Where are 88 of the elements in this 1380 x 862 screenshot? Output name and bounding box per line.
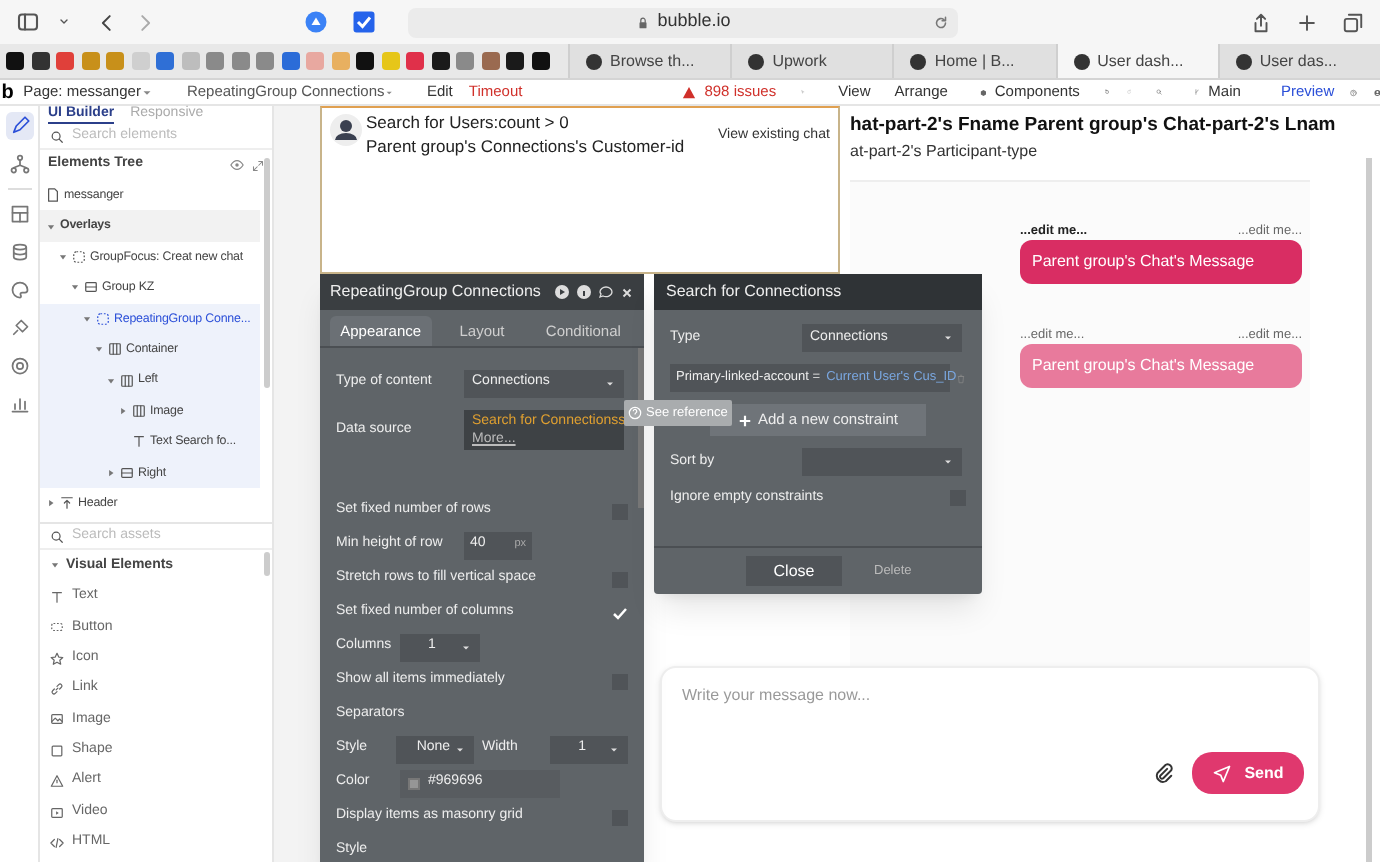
bookmark-icon[interactable] bbox=[531, 52, 549, 70]
address-bar[interactable]: bubble.io bbox=[408, 7, 958, 37]
logo[interactable]: b bbox=[0, 79, 16, 105]
text-icon bbox=[132, 434, 146, 449]
caret-right-icon[interactable] bbox=[106, 467, 116, 478]
plus-icon bbox=[737, 413, 752, 427]
dashed-square-icon bbox=[96, 311, 110, 326]
caret-icon bbox=[942, 456, 954, 468]
warning-icon bbox=[682, 85, 697, 99]
caret-down-icon[interactable] bbox=[106, 375, 116, 386]
columns-icon bbox=[132, 403, 146, 418]
checkbox-icon[interactable] bbox=[352, 10, 376, 34]
caret-icon bbox=[942, 332, 954, 344]
caret-icon bbox=[608, 743, 620, 755]
plus-icon[interactable] bbox=[1296, 11, 1318, 33]
check-icon bbox=[612, 605, 628, 621]
header-icon bbox=[60, 496, 74, 511]
condition-text: Search for Users:count > 0 bbox=[366, 110, 569, 136]
browser-tab[interactable]: Upwork bbox=[730, 44, 893, 78]
page-icon bbox=[46, 188, 60, 203]
search-icon[interactable] bbox=[1156, 84, 1163, 100]
button-icon bbox=[50, 620, 64, 635]
paperclip-icon[interactable] bbox=[1152, 762, 1174, 784]
subtitle-text: Parent group's Connections's Customer-id bbox=[366, 134, 685, 160]
chat-title: hat-part-2's Fname Parent group's Chat-part-2's Lnam bbox=[850, 112, 1336, 140]
tabs-icon[interactable] bbox=[1342, 11, 1364, 33]
caret-icon bbox=[604, 377, 616, 389]
caret-icon bbox=[454, 743, 466, 755]
browser-tab[interactable]: Home | B... bbox=[892, 44, 1056, 78]
bookmark-icon[interactable] bbox=[6, 52, 24, 70]
expand-icon[interactable] bbox=[252, 159, 264, 171]
caret-icon bbox=[140, 85, 155, 99]
bookmark-icon[interactable] bbox=[506, 52, 524, 70]
star-icon bbox=[50, 651, 64, 666]
message-input[interactable]: Write your message now... bbox=[682, 684, 1282, 708]
link-icon bbox=[50, 682, 64, 697]
caret-right-icon[interactable] bbox=[118, 405, 128, 416]
dashed-square-icon bbox=[72, 249, 86, 264]
image-icon bbox=[50, 712, 64, 727]
caret-down-icon[interactable] bbox=[46, 221, 56, 232]
play-icon[interactable] bbox=[554, 284, 570, 300]
reload-icon[interactable] bbox=[932, 13, 950, 31]
checkbox[interactable] bbox=[612, 605, 628, 621]
group-icon bbox=[84, 280, 98, 295]
chat-subtitle: at-part-2's Participant-type bbox=[850, 140, 1038, 164]
message-bubble: Parent group's Chat's Message bbox=[1020, 240, 1302, 284]
avatar-icon bbox=[330, 114, 362, 146]
code-icon bbox=[50, 836, 64, 850]
address-text: bubble.io bbox=[657, 8, 731, 35]
caret-down-icon[interactable] bbox=[50, 560, 60, 571]
message-bubble: Parent group's Chat's Message bbox=[1020, 344, 1302, 388]
workflow-icon[interactable] bbox=[5, 150, 33, 178]
columns-icon bbox=[108, 342, 122, 357]
caret-down-icon[interactable] bbox=[82, 313, 92, 324]
close-button[interactable]: Close bbox=[746, 556, 842, 586]
browser-tab[interactable]: User das... bbox=[1217, 44, 1380, 78]
caret-right-icon[interactable] bbox=[46, 498, 56, 509]
help-icon bbox=[628, 406, 642, 420]
caret-down-icon[interactable] bbox=[94, 344, 104, 355]
send-button[interactable]: Send bbox=[1192, 752, 1304, 794]
bookmark-icon[interactable] bbox=[31, 52, 49, 70]
info-icon[interactable] bbox=[576, 284, 592, 300]
caret-down-icon[interactable] bbox=[70, 282, 80, 293]
group-icon bbox=[120, 465, 134, 480]
browser-tab[interactable]: Browse th... bbox=[568, 44, 731, 78]
text-icon bbox=[50, 589, 64, 604]
panel-title: Search for Connectionss bbox=[666, 280, 842, 304]
browser-tab[interactable]: User dash... bbox=[1055, 44, 1218, 78]
bookmark-icon[interactable] bbox=[431, 52, 449, 70]
sidebar-icon[interactable] bbox=[16, 10, 40, 34]
square-icon bbox=[50, 743, 64, 758]
paper-plane-icon bbox=[1212, 763, 1233, 783]
eye-icon[interactable] bbox=[230, 158, 244, 172]
video-icon bbox=[50, 805, 64, 820]
lock-icon bbox=[635, 15, 650, 29]
columns-icon bbox=[120, 373, 134, 388]
comment-icon[interactable] bbox=[598, 284, 614, 300]
search-icon bbox=[50, 129, 64, 143]
warning-icon bbox=[50, 774, 64, 789]
close-icon[interactable] bbox=[620, 285, 634, 299]
caret-icon bbox=[460, 641, 472, 653]
panel-title: RepeatingGroup Connections bbox=[330, 280, 541, 304]
share-icon[interactable] bbox=[1250, 11, 1272, 33]
pencil-icon[interactable] bbox=[5, 112, 33, 140]
caret-down-icon[interactable] bbox=[58, 251, 68, 262]
search-icon bbox=[50, 529, 64, 544]
scrollbar[interactable] bbox=[1366, 158, 1372, 862]
bookmark-icon[interactable] bbox=[356, 52, 374, 70]
